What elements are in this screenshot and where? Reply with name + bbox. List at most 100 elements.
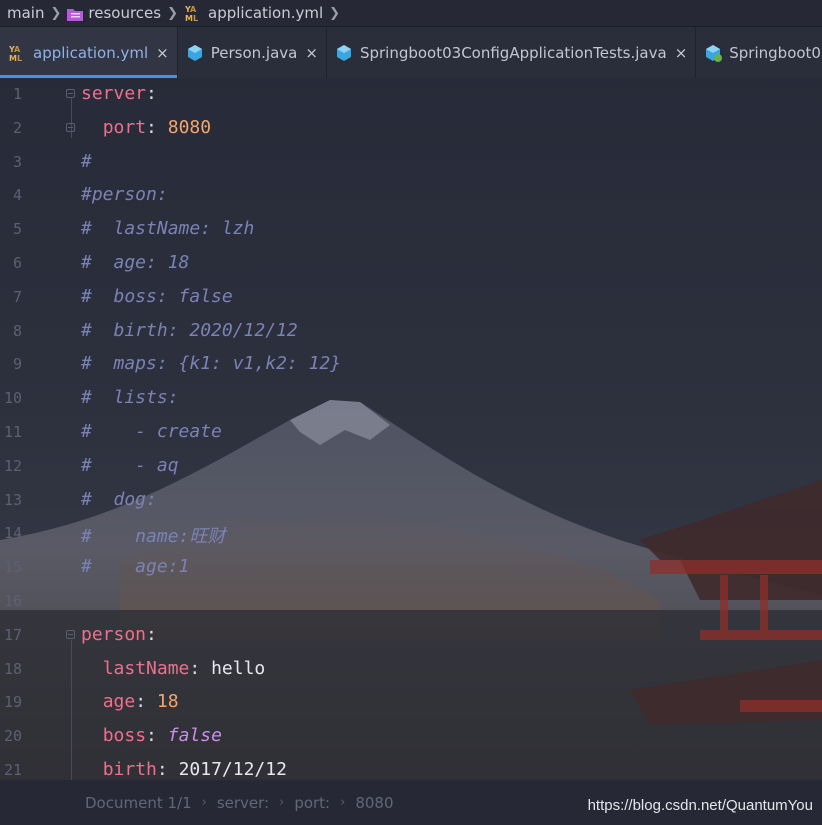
chevron-right-icon: › xyxy=(279,795,285,810)
code-text: # - aq xyxy=(81,455,179,476)
line-number: 18 xyxy=(3,659,22,678)
breadcrumb-item-main[interactable]: main ❯ xyxy=(7,0,67,26)
breadcrumb-item-application-yml[interactable]: Y A M L application.yml ❯ xyxy=(184,0,346,26)
code-line[interactable]: 1 server: xyxy=(0,78,822,112)
line-number: 17 xyxy=(3,625,22,644)
code-line[interactable]: 19 age: 18 xyxy=(0,686,822,720)
breadcrumb-label: application.yml xyxy=(208,4,324,22)
code-text: # lastName: lzh xyxy=(81,218,254,239)
tab-label: Person.java xyxy=(210,43,298,62)
code-token: boss xyxy=(102,725,147,747)
code-line[interactable]: 6 # age: 18 xyxy=(0,247,822,281)
code-token: false xyxy=(167,725,222,747)
editor-tab-bar: Y A M L application.yml × Person.java × … xyxy=(0,27,822,78)
close-icon[interactable]: × xyxy=(305,44,318,62)
code-line[interactable]: 17 person: xyxy=(0,619,822,653)
breadcrumb-label: resources xyxy=(88,4,162,22)
resources-folder-icon xyxy=(67,7,84,21)
tab-springboot03c[interactable]: Springboot03C xyxy=(696,27,822,78)
code-text: # age: 18 xyxy=(81,252,189,273)
fold-marker-icon[interactable] xyxy=(66,89,75,98)
code-line[interactable]: 13 # dog: xyxy=(0,484,822,518)
line-number: 14 xyxy=(3,524,22,543)
close-icon[interactable]: × xyxy=(675,44,688,62)
line-number: 4 xyxy=(12,186,22,205)
code-text: #person: xyxy=(81,184,168,205)
code-line[interactable]: 4 #person: xyxy=(0,179,822,213)
code-line[interactable]: 14 # name:旺财 xyxy=(0,517,822,551)
yaml-file-icon: Y A M L xyxy=(8,45,22,62)
code-token: 2017/12/12 xyxy=(178,759,287,780)
code-line[interactable]: 5 # lastName: lzh xyxy=(0,213,822,247)
code-token: # dog: xyxy=(81,488,157,510)
code-line[interactable]: 2 port: 8080 xyxy=(0,112,822,146)
tab-label: application.yml xyxy=(33,43,149,62)
chevron-right-icon: ❯ xyxy=(167,5,178,21)
code-line[interactable]: 16 xyxy=(0,585,822,619)
code-token: 8080 xyxy=(167,116,212,138)
code-line[interactable]: 21 birth: 2017/12/12 xyxy=(0,754,822,780)
breadcrumb-item-resources[interactable]: resources ❯ xyxy=(67,0,184,26)
line-number: 12 xyxy=(3,456,22,475)
status-document[interactable]: Document 1/1 xyxy=(85,794,192,812)
tab-person-java[interactable]: Person.java × xyxy=(178,27,327,78)
code-line[interactable]: 10 # lists: xyxy=(0,382,822,416)
line-number: 8 xyxy=(12,321,22,340)
fold-marker-icon[interactable] xyxy=(66,629,75,639)
code-line[interactable]: 7 # boss: false xyxy=(0,281,822,315)
line-number: 1 xyxy=(12,85,22,103)
code-line[interactable]: 3 # xyxy=(0,146,822,180)
code-line[interactable]: 18 lastName: hello xyxy=(0,653,822,687)
code-token: # - create xyxy=(81,421,222,442)
code-text: age: 18 xyxy=(81,691,179,712)
code-token: : xyxy=(156,759,179,780)
code-token: # boss: false xyxy=(81,285,233,307)
code-token: : xyxy=(189,657,212,679)
svg-text:A: A xyxy=(14,45,21,54)
line-number: 21 xyxy=(3,761,22,779)
line-number: 10 xyxy=(3,389,22,408)
code-text: server: xyxy=(81,83,157,104)
code-token: : xyxy=(135,691,157,713)
code-token: 18 xyxy=(156,691,179,713)
close-icon[interactable]: × xyxy=(156,44,169,62)
code-editor[interactable]: 1 server: 2 port: 8080 3 #4 #person: 5 # lastNa… xyxy=(0,78,822,780)
watermark-text: https://blog.csdn.net/QuantumYou xyxy=(587,797,813,814)
code-line[interactable]: 8 # birth: 2020/12/12 xyxy=(0,315,822,349)
code-token: person xyxy=(81,623,147,645)
line-number: 2 xyxy=(12,118,22,137)
svg-text:L: L xyxy=(193,14,198,22)
status-path-port[interactable]: port: xyxy=(294,794,330,812)
code-line[interactable]: 20 boss: false xyxy=(0,720,822,754)
code-line[interactable]: 15 # age:1 xyxy=(0,551,822,585)
code-text: # age:1 xyxy=(81,556,189,577)
tab-application-yml[interactable]: Y A M L application.yml × xyxy=(0,27,178,78)
code-token: birth xyxy=(102,759,157,780)
code-token: : xyxy=(146,725,168,747)
code-text: # maps: {k1: v1,k2: 12} xyxy=(81,353,341,374)
code-token: # birth: 2020/12/12 xyxy=(81,319,298,341)
code-token: #person: xyxy=(81,184,168,206)
chevron-right-icon: › xyxy=(201,795,207,810)
code-token: lastName xyxy=(102,657,190,679)
svg-text:A: A xyxy=(190,5,197,14)
breadcrumb-label: main xyxy=(7,4,45,22)
code-line[interactable]: 11 # - create xyxy=(0,416,822,450)
breadcrumb: main ❯ resources ❯ Y A M L application.y… xyxy=(0,0,822,27)
code-line[interactable]: 9 # maps: {k1: v1,k2: 12} xyxy=(0,348,822,382)
code-token: : xyxy=(146,83,157,104)
line-number: 20 xyxy=(3,727,22,746)
status-path-value[interactable]: 8080 xyxy=(355,794,393,812)
tab-springboot03configapplicationtests-java[interactable]: Springboot03ConfigApplicationTests.java … xyxy=(327,27,697,78)
code-line[interactable]: 12 # - aq xyxy=(0,450,822,484)
java-class-icon xyxy=(187,44,202,61)
code-text: lastName: hello xyxy=(81,657,266,679)
status-path-server[interactable]: server: xyxy=(217,794,269,812)
code-token: # xyxy=(81,150,92,172)
line-number: 11 xyxy=(3,423,22,441)
fold-marker-icon[interactable] xyxy=(66,122,75,132)
code-token: port xyxy=(102,116,147,138)
code-text: birth: 2017/12/12 xyxy=(81,759,287,780)
tab-label: Springboot03ConfigApplicationTests.java xyxy=(359,43,667,62)
